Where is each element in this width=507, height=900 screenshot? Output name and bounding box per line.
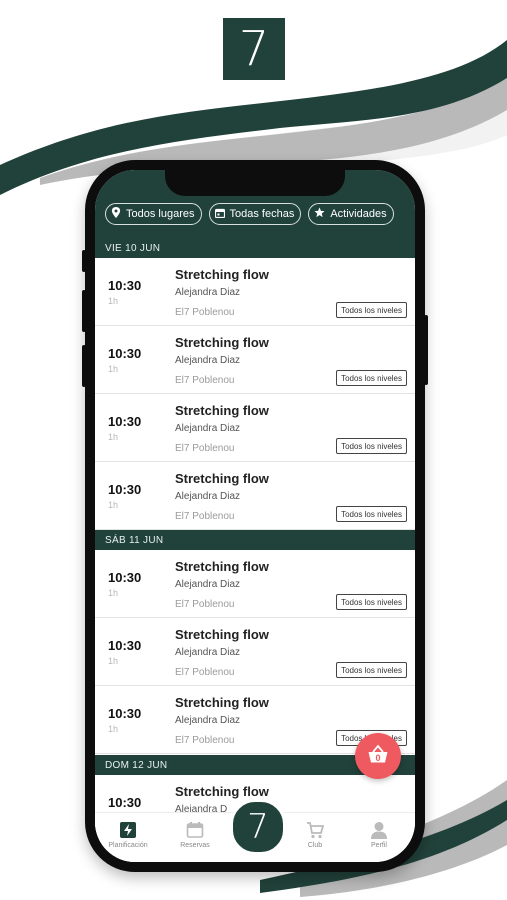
class-time: 10:30	[108, 414, 142, 429]
calendar-icon	[186, 821, 204, 839]
filter-activity-label: Actividades	[330, 208, 387, 220]
cart-icon	[306, 821, 325, 839]
class-coach: Alejandra Diaz	[175, 491, 241, 502]
class-duration: 1h	[108, 296, 119, 306]
lightning-icon	[119, 821, 137, 839]
class-time: 10:30	[108, 706, 142, 721]
class-row[interactable]: 10:30 1h Stretching flow Alejandra Diaz …	[95, 258, 415, 326]
tab-bar: Planificación Reservas Club Perfil 7	[95, 799, 415, 862]
basket-button[interactable]: 0	[355, 733, 401, 779]
tab-reservas[interactable]: Reservas	[165, 821, 225, 849]
class-duration: 1h	[108, 724, 119, 734]
class-duration: 1h	[108, 500, 119, 510]
class-coach: Alejandra Diaz	[175, 715, 241, 726]
center-logo-button[interactable]: 7	[230, 799, 286, 855]
class-duration: 1h	[108, 432, 119, 442]
class-row[interactable]: 10:30 1h Stretching flow Alejandra Diaz …	[95, 550, 415, 618]
class-coach: Alejandra Diaz	[175, 423, 241, 434]
level-badge: Todos los niveles	[336, 370, 407, 386]
class-place: El7 Poblenou	[175, 307, 235, 318]
location-pin-icon	[111, 207, 121, 221]
class-time: 10:30	[108, 346, 142, 361]
class-row[interactable]: 10:30 1h Stretching flow Alejandra Diaz …	[95, 618, 415, 686]
filter-location[interactable]: Todos lugares	[105, 203, 202, 225]
class-coach: Alejandra Diaz	[175, 647, 241, 658]
level-badge: Todos los niveles	[336, 662, 407, 678]
phone-side-button	[82, 290, 86, 332]
class-place: El7 Poblenou	[175, 375, 235, 386]
tab-planificacion[interactable]: Planificación	[98, 821, 158, 849]
class-title: Stretching flow	[175, 403, 269, 418]
tab-club[interactable]: Club	[285, 821, 345, 849]
class-place: El7 Poblenou	[175, 443, 235, 454]
calendar-icon	[214, 208, 225, 221]
class-duration: 1h	[108, 656, 119, 666]
class-time: 10:30	[108, 278, 142, 293]
class-coach: Alejandra Diaz	[175, 287, 241, 298]
tab-label: Planificación	[108, 842, 148, 849]
day-header: SÁB 11 JUN	[95, 530, 415, 550]
class-place: El7 Poblenou	[175, 599, 235, 610]
class-row[interactable]: 10:30 1h Stretching flow Alejandra Diaz …	[95, 394, 415, 462]
class-place: El7 Poblenou	[175, 667, 235, 678]
filter-activity[interactable]: Actividades	[308, 203, 394, 225]
class-title: Stretching flow	[175, 335, 269, 350]
level-badge: Todos los niveles	[336, 506, 407, 522]
filter-location-label: Todos lugares	[126, 208, 195, 220]
brand-logo: 7	[223, 18, 285, 80]
class-duration: 1h	[108, 364, 119, 374]
user-icon	[370, 821, 388, 839]
class-time: 10:30	[108, 570, 142, 585]
class-time: 10:30	[108, 482, 142, 497]
day-header: VIE 10 JUN	[95, 238, 415, 258]
filter-bar: Todos lugares Todas fechas Actividades	[105, 203, 394, 225]
class-title: Stretching flow	[175, 471, 269, 486]
tab-perfil[interactable]: Perfil	[349, 821, 409, 849]
filter-date-label: Todas fechas	[229, 208, 295, 220]
class-duration: 1h	[108, 588, 119, 598]
phone-notch	[165, 170, 345, 196]
class-row[interactable]: 10:30 1h Stretching flow Alejandra Diaz …	[95, 462, 415, 530]
filter-date[interactable]: Todas fechas	[208, 203, 302, 225]
phone-side-button	[82, 345, 86, 387]
tab-label: Club	[307, 842, 323, 849]
app-screen: Todos lugares Todas fechas Actividades V…	[95, 170, 415, 862]
level-badge: Todos los niveles	[336, 594, 407, 610]
star-icon	[314, 207, 325, 221]
level-badge: Todos los niveles	[336, 438, 407, 454]
class-coach: Alejandra Diaz	[175, 355, 241, 366]
class-title: Stretching flow	[175, 695, 269, 710]
class-time: 10:30	[108, 795, 142, 810]
phone-side-button	[82, 250, 86, 272]
tab-label: Reservas	[180, 842, 210, 849]
class-title: Stretching flow	[175, 267, 269, 282]
class-place: El7 Poblenou	[175, 511, 235, 522]
class-place: El7 Poblenou	[175, 735, 235, 746]
tab-label: Perfil	[371, 842, 387, 849]
class-coach: Alejandra Diaz	[175, 579, 241, 590]
class-title: Stretching flow	[175, 559, 269, 574]
class-time: 10:30	[108, 638, 142, 653]
level-badge: Todos los niveles	[336, 302, 407, 318]
class-title: Stretching flow	[175, 784, 269, 799]
class-row[interactable]: 10:30 1h Stretching flow Alejandra Diaz …	[95, 326, 415, 394]
basket-count: 0	[375, 753, 381, 763]
phone-side-button	[424, 315, 428, 385]
class-title: Stretching flow	[175, 627, 269, 642]
